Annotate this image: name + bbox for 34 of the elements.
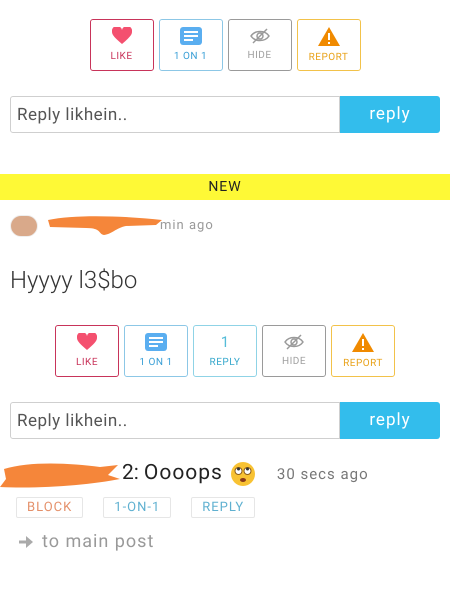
message-icon <box>145 333 167 351</box>
eye-roll-emoji-icon <box>230 461 256 487</box>
comment-time: 30 secs ago <box>276 464 369 485</box>
report-button[interactable]: REPORT <box>331 325 395 377</box>
warning-icon <box>318 26 340 46</box>
avatar <box>10 215 38 237</box>
message-icon <box>180 27 202 45</box>
heart-icon <box>77 333 97 351</box>
reply-button[interactable]: 1 REPLY <box>193 325 257 377</box>
post-text: Hyyyy l3$bo <box>10 265 138 296</box>
main-post-link[interactable]: to main post <box>42 528 154 555</box>
like-button[interactable]: LIKE <box>90 19 154 71</box>
chat-button[interactable]: 1 ON 1 <box>158 19 222 71</box>
new-banner: NEW <box>0 174 450 200</box>
reply-field[interactable]: Reply likhein.. <box>10 402 340 439</box>
block-button[interactable]: BLOCK <box>16 497 84 518</box>
hide-button[interactable]: HIDE <box>228 19 292 71</box>
chat-button[interactable]: 1-ON-1 <box>103 497 172 518</box>
warning-icon <box>352 332 374 352</box>
reply-button[interactable]: reply <box>340 96 440 133</box>
post-time: min ago <box>160 217 214 236</box>
hide-button[interactable]: HIDE <box>262 325 326 377</box>
comment-author: 2: <box>122 460 139 488</box>
comment-text: Oooops <box>144 460 223 488</box>
arrow-right-icon <box>18 534 34 548</box>
eye-slash-icon <box>284 334 304 350</box>
like-button[interactable]: LIKE <box>55 325 119 377</box>
reply-field[interactable]: Reply likhein.. <box>10 96 340 133</box>
eye-slash-icon <box>250 28 270 44</box>
heart-icon <box>112 27 132 45</box>
reply-button[interactable]: REPLY <box>191 497 256 518</box>
report-button[interactable]: REPORT <box>296 19 360 71</box>
chat-button[interactable]: 1 ON 1 <box>124 325 188 377</box>
reply-button[interactable]: reply <box>340 402 440 439</box>
